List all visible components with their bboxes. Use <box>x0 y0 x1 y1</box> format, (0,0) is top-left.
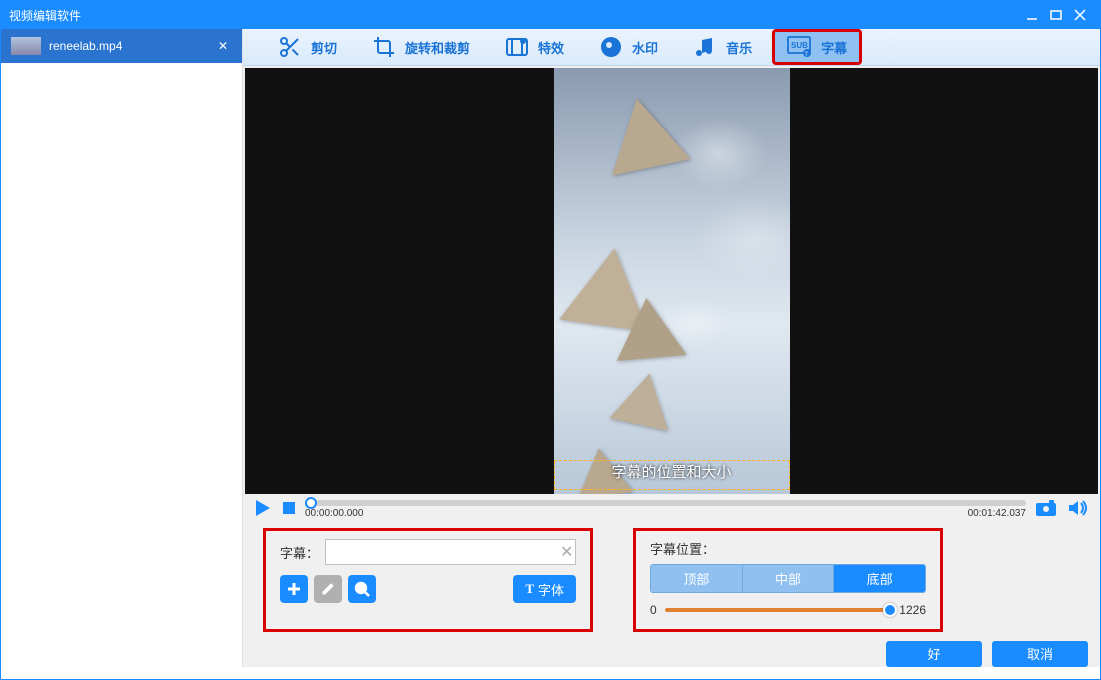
title-bar: 视频编辑软件 <box>1 1 1100 29</box>
position-label: 字幕位置： <box>650 539 926 558</box>
subtitle-preview-text: 字幕的位置和大小 <box>554 461 790 482</box>
tool-music[interactable]: 音乐 <box>678 30 766 64</box>
video-frame: 字幕的位置和大小 <box>554 68 790 494</box>
file-name: reneelab.mp4 <box>49 39 210 53</box>
maximize-button[interactable] <box>1044 5 1068 25</box>
watermark-icon <box>598 34 624 60</box>
time-total: 00:01:42.037 <box>968 508 1026 519</box>
file-thumbnail <box>11 37 41 55</box>
font-button-label: 字体 <box>538 580 564 599</box>
edit-subtitle-button[interactable] <box>314 575 342 603</box>
text-icon: T <box>525 581 534 597</box>
player-controls: 00:00:00.000 00:01:42.037 <box>243 496 1100 520</box>
subtitle-icon: SUB T <box>787 34 813 60</box>
position-top[interactable]: 顶部 <box>651 565 743 592</box>
tool-rotate[interactable]: 旋转和裁剪 <box>357 30 484 64</box>
tool-label: 旋转和裁剪 <box>405 38 470 57</box>
search-subtitle-button[interactable] <box>348 575 376 603</box>
time-current: 00:00:00.000 <box>305 508 363 519</box>
tool-label: 字幕 <box>821 38 847 57</box>
file-close-icon[interactable]: ✕ <box>218 39 232 53</box>
position-slider[interactable] <box>665 608 892 612</box>
tool-label: 水印 <box>632 38 658 57</box>
slider-thumb[interactable] <box>883 603 897 617</box>
position-bottom[interactable]: 底部 <box>834 565 925 592</box>
minimize-button[interactable] <box>1020 5 1044 25</box>
tool-cut[interactable]: 剪切 <box>263 30 351 64</box>
add-subtitle-button[interactable] <box>280 575 308 603</box>
subtitle-position-panel: 字幕位置： 顶部 中部 底部 0 1226 <box>633 528 943 632</box>
subtitle-label: 字幕： <box>280 543 319 562</box>
tool-label: 音乐 <box>726 38 752 57</box>
film-icon <box>504 34 530 60</box>
tool-subtitle[interactable]: SUB T 字幕 <box>772 29 862 65</box>
position-middle[interactable]: 中部 <box>743 565 835 592</box>
subtitle-input-panel: 字幕： ✕ T 字体 <box>263 528 593 632</box>
stop-button[interactable] <box>281 500 297 516</box>
tool-label: 剪切 <box>311 38 337 57</box>
subtitle-input[interactable] <box>325 539 576 565</box>
position-segment-group: 顶部 中部 底部 <box>650 564 926 593</box>
music-note-icon <box>692 34 718 60</box>
svg-text:SUB: SUB <box>791 41 808 50</box>
seek-slider[interactable] <box>305 500 1026 506</box>
svg-text:T: T <box>805 52 809 58</box>
dialog-footer: 好 取消 <box>243 640 1100 667</box>
close-button[interactable] <box>1068 5 1092 25</box>
clear-input-icon[interactable]: ✕ <box>560 542 576 562</box>
font-button[interactable]: T 字体 <box>513 575 576 603</box>
file-list-sidebar: reneelab.mp4 ✕ <box>1 29 243 667</box>
window-title: 视频编辑软件 <box>9 7 1020 24</box>
tool-watermark[interactable]: 水印 <box>584 30 672 64</box>
settings-area: 字幕： ✕ T 字体 字幕位置： 顶部 中 <box>243 520 1100 640</box>
play-button[interactable] <box>253 498 273 518</box>
video-canvas[interactable]: 字幕的位置和大小 <box>245 68 1098 494</box>
cancel-button[interactable]: 取消 <box>992 641 1088 667</box>
tool-label: 特效 <box>538 38 564 57</box>
crop-rotate-icon <box>371 34 397 60</box>
editor-toolbar: 剪切 旋转和裁剪 特效 水印 音乐 SUB T 字幕 <box>243 29 1100 66</box>
snapshot-button[interactable] <box>1034 496 1058 520</box>
tool-effects[interactable]: 特效 <box>490 30 578 64</box>
scissors-icon <box>277 34 303 60</box>
video-preview: 字幕的位置和大小 <box>243 66 1100 496</box>
volume-button[interactable] <box>1066 496 1090 520</box>
file-item[interactable]: reneelab.mp4 ✕ <box>1 29 242 63</box>
slider-min: 0 <box>650 603 657 617</box>
seek-thumb[interactable] <box>305 497 317 509</box>
slider-max: 1226 <box>899 603 926 617</box>
ok-button[interactable]: 好 <box>886 641 982 667</box>
